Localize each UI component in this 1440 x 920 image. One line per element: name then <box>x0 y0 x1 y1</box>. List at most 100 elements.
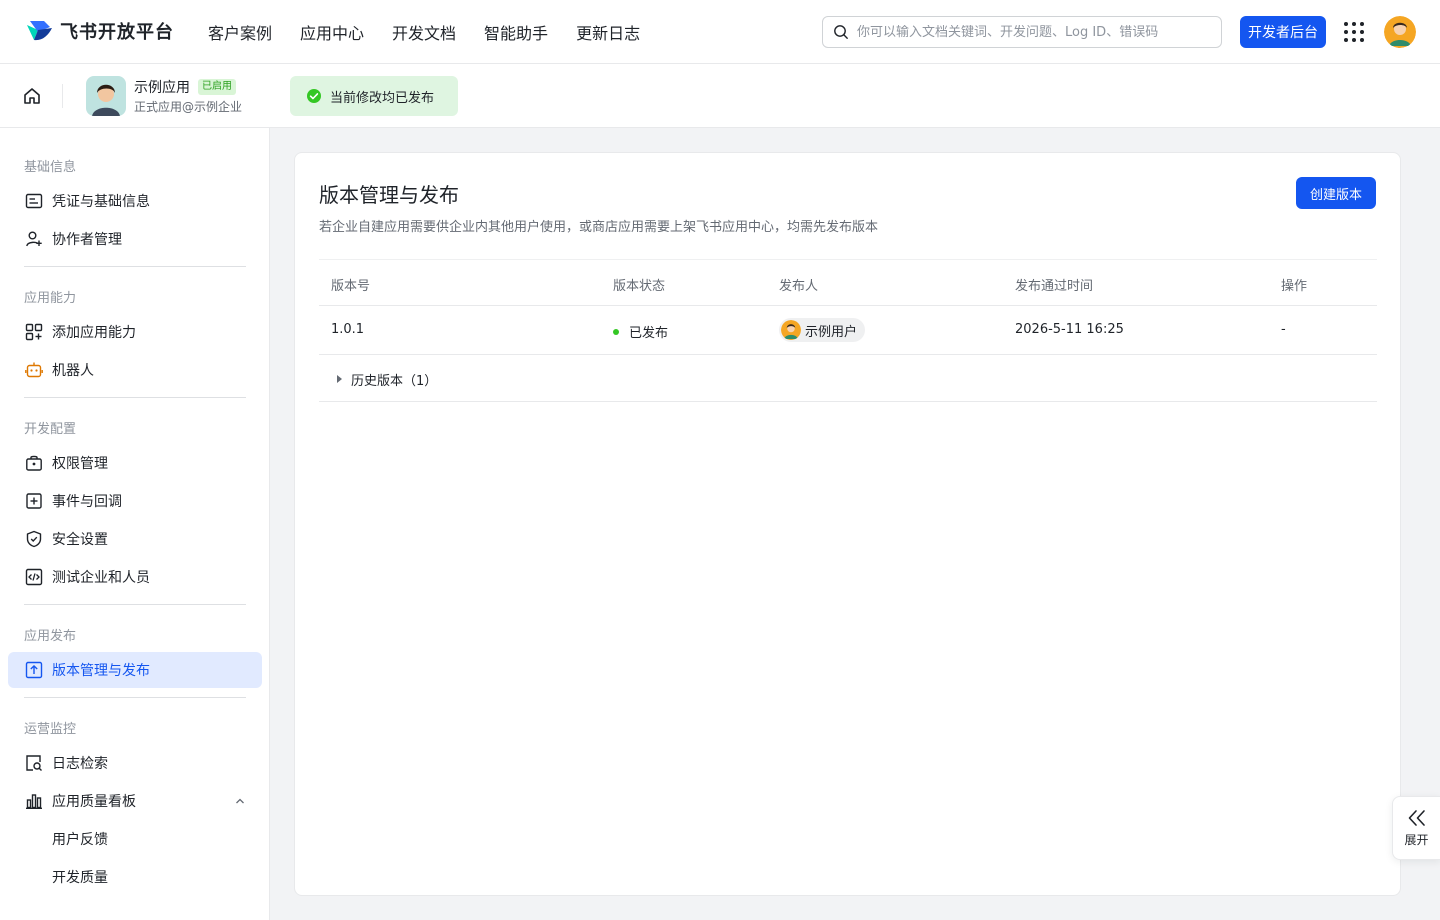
user-avatar-image <box>1384 16 1416 48</box>
column-header-time: 发布通过时间 <box>1015 279 1094 294</box>
sidebar-item-events[interactable]: 事件与回调 <box>8 483 262 519</box>
sidebar-item-label: 协作者管理 <box>52 232 122 248</box>
sidebar-item-label: 安全设置 <box>52 532 108 548</box>
app-avatar-image <box>86 76 126 116</box>
nav-item-docs[interactable]: 开发文档 <box>392 20 456 44</box>
nav-item-changelog[interactable]: 更新日志 <box>576 20 640 44</box>
column-header-publisher: 发布人 <box>779 279 819 294</box>
sidebar-item-dev-quality[interactable]: 开发质量 <box>8 859 262 895</box>
sidebar-item-label: 测试企业和人员 <box>52 570 150 586</box>
apps-grid-icon[interactable] <box>1344 22 1364 42</box>
app-header-bar: 示例应用 已启用 正式应用@示例企业 当前修改均已发布 <box>0 64 1440 128</box>
version-number: 1.0.1 <box>331 322 365 337</box>
upload-icon <box>24 660 44 680</box>
app-name: 示例应用 <box>134 80 190 96</box>
sidebar-divider <box>24 604 246 605</box>
sidebar-item-label: 日志检索 <box>52 756 108 772</box>
apps-add-icon <box>24 322 44 342</box>
sidebar-item-label: 应用质量看板 <box>52 794 136 810</box>
sidebar-section-monitoring: 运营监控 <box>24 722 77 737</box>
publisher-name: 示例用户 <box>805 324 858 340</box>
bar-chart-icon <box>24 791 44 811</box>
status-dot-icon <box>613 328 619 335</box>
app-subtitle: 正式应用@示例企业 <box>134 100 243 114</box>
sidebar: 基础信息 凭证与基础信息 协作者管理 应用能力 添加应用能力 机器人 开发配置 … <box>0 128 270 920</box>
sidebar-section-dev-config: 开发配置 <box>24 422 77 437</box>
publish-status-text: 当前修改均已发布 <box>330 90 435 106</box>
publisher-chip[interactable]: 示例用户 <box>779 318 866 342</box>
app-avatar <box>86 76 126 116</box>
log-search-icon <box>24 753 44 773</box>
search-icon <box>834 25 848 39</box>
create-version-button[interactable]: 创建版本 <box>1296 177 1376 209</box>
version-management-card: 版本管理与发布 若企业自建应用需要供企业内其他用户使用，或商店应用需要上架飞书应… <box>294 152 1401 896</box>
developer-console-button[interactable]: 开发者后台 <box>1240 16 1326 48</box>
feishu-logo[interactable]: 飞书开放平台 <box>24 18 174 44</box>
sidebar-item-label: 机器人 <box>52 363 94 379</box>
sidebar-item-add-capability[interactable]: 添加应用能力 <box>8 314 262 350</box>
sidebar-item-version-release[interactable]: 版本管理与发布 <box>8 652 262 688</box>
version-status: 已发布 <box>613 322 668 341</box>
publish-time: 2026-5-11 16:25 <box>1015 322 1124 337</box>
sidebar-item-security[interactable]: 安全设置 <box>8 521 262 557</box>
robot-icon <box>24 360 44 380</box>
sidebar-divider <box>24 397 246 398</box>
history-versions-label: 历史版本（1） <box>351 374 438 389</box>
sidebar-section-capabilities: 应用能力 <box>24 291 77 306</box>
home-icon[interactable] <box>22 86 42 106</box>
user-add-icon <box>24 229 44 249</box>
column-header-version: 版本号 <box>331 279 371 294</box>
sidebar-item-robot[interactable]: 机器人 <box>8 352 262 388</box>
sidebar-item-label: 添加应用能力 <box>52 325 136 341</box>
sidebar-item-label: 凭证与基础信息 <box>52 194 150 210</box>
lock-icon <box>24 453 44 473</box>
history-versions-row[interactable]: 历史版本（1） <box>319 355 1377 402</box>
sidebar-item-quality-board[interactable]: 应用质量看板 <box>8 783 262 819</box>
expand-label: 展开 <box>1404 832 1429 847</box>
sidebar-item-label: 用户反馈 <box>52 832 108 848</box>
sidebar-item-label: 权限管理 <box>52 456 108 472</box>
sidebar-item-test-org[interactable]: 测试企业和人员 <box>8 559 262 595</box>
user-avatar[interactable] <box>1384 16 1416 48</box>
search-box[interactable] <box>822 16 1222 48</box>
app-status-badge: 已启用 <box>198 79 236 95</box>
feishu-logo-icon <box>27 21 52 41</box>
column-header-status: 版本状态 <box>613 279 666 294</box>
page-title: 版本管理与发布 <box>319 183 459 207</box>
sidebar-item-log-search[interactable]: 日志检索 <box>8 745 262 781</box>
version-table: 版本号 版本状态 发布人 发布通过时间 操作 1.0.1 已发布 示例用户 20… <box>319 259 1377 402</box>
caret-right-icon <box>337 375 342 383</box>
logo-text: 飞书开放平台 <box>60 22 174 43</box>
sidebar-item-label: 开发质量 <box>52 870 108 886</box>
nav-item-app-center[interactable]: 应用中心 <box>300 20 364 44</box>
code-icon <box>24 567 44 587</box>
search-input[interactable] <box>857 24 1197 40</box>
publisher-avatar-image <box>781 320 801 340</box>
sidebar-item-collaborators[interactable]: 协作者管理 <box>8 221 262 257</box>
publisher-avatar <box>781 320 801 340</box>
sidebar-item-user-feedback[interactable]: 用户反馈 <box>8 821 262 857</box>
top-navigation-bar: 飞书开放平台 客户案例 应用中心 开发文档 智能助手 更新日志 开发者后台 <box>0 0 1440 64</box>
sidebar-item-label: 版本管理与发布 <box>52 663 150 679</box>
expand-panel-button[interactable]: 展开 <box>1392 796 1440 860</box>
nav-item-assistant[interactable]: 智能助手 <box>484 20 548 44</box>
sidebar-section-release: 应用发布 <box>24 629 77 644</box>
row-action: - <box>1281 322 1286 337</box>
chevron-up-icon[interactable] <box>234 795 246 807</box>
double-chevron-left-icon <box>1408 809 1425 826</box>
shield-icon <box>24 529 44 549</box>
sidebar-item-credentials[interactable]: 凭证与基础信息 <box>8 183 262 219</box>
top-nav: 客户案例 应用中心 开发文档 智能助手 更新日志 <box>208 0 668 64</box>
table-header: 版本号 版本状态 发布人 发布通过时间 操作 <box>319 259 1377 306</box>
publish-status-banner: 当前修改均已发布 <box>290 76 458 116</box>
page-description: 若企业自建应用需要供企业内其他用户使用，或商店应用需要上架飞书应用中心，均需先发… <box>319 220 879 235</box>
check-circle-icon <box>307 89 321 103</box>
divider <box>62 84 63 108</box>
column-header-action: 操作 <box>1281 279 1308 294</box>
sidebar-item-permissions[interactable]: 权限管理 <box>8 445 262 481</box>
sidebar-divider <box>24 266 246 267</box>
version-status-text: 已发布 <box>629 326 669 341</box>
table-row: 1.0.1 已发布 示例用户 2026-5-11 16:25 - <box>319 306 1377 355</box>
sidebar-divider <box>24 697 246 698</box>
nav-item-cases[interactable]: 客户案例 <box>208 20 272 44</box>
